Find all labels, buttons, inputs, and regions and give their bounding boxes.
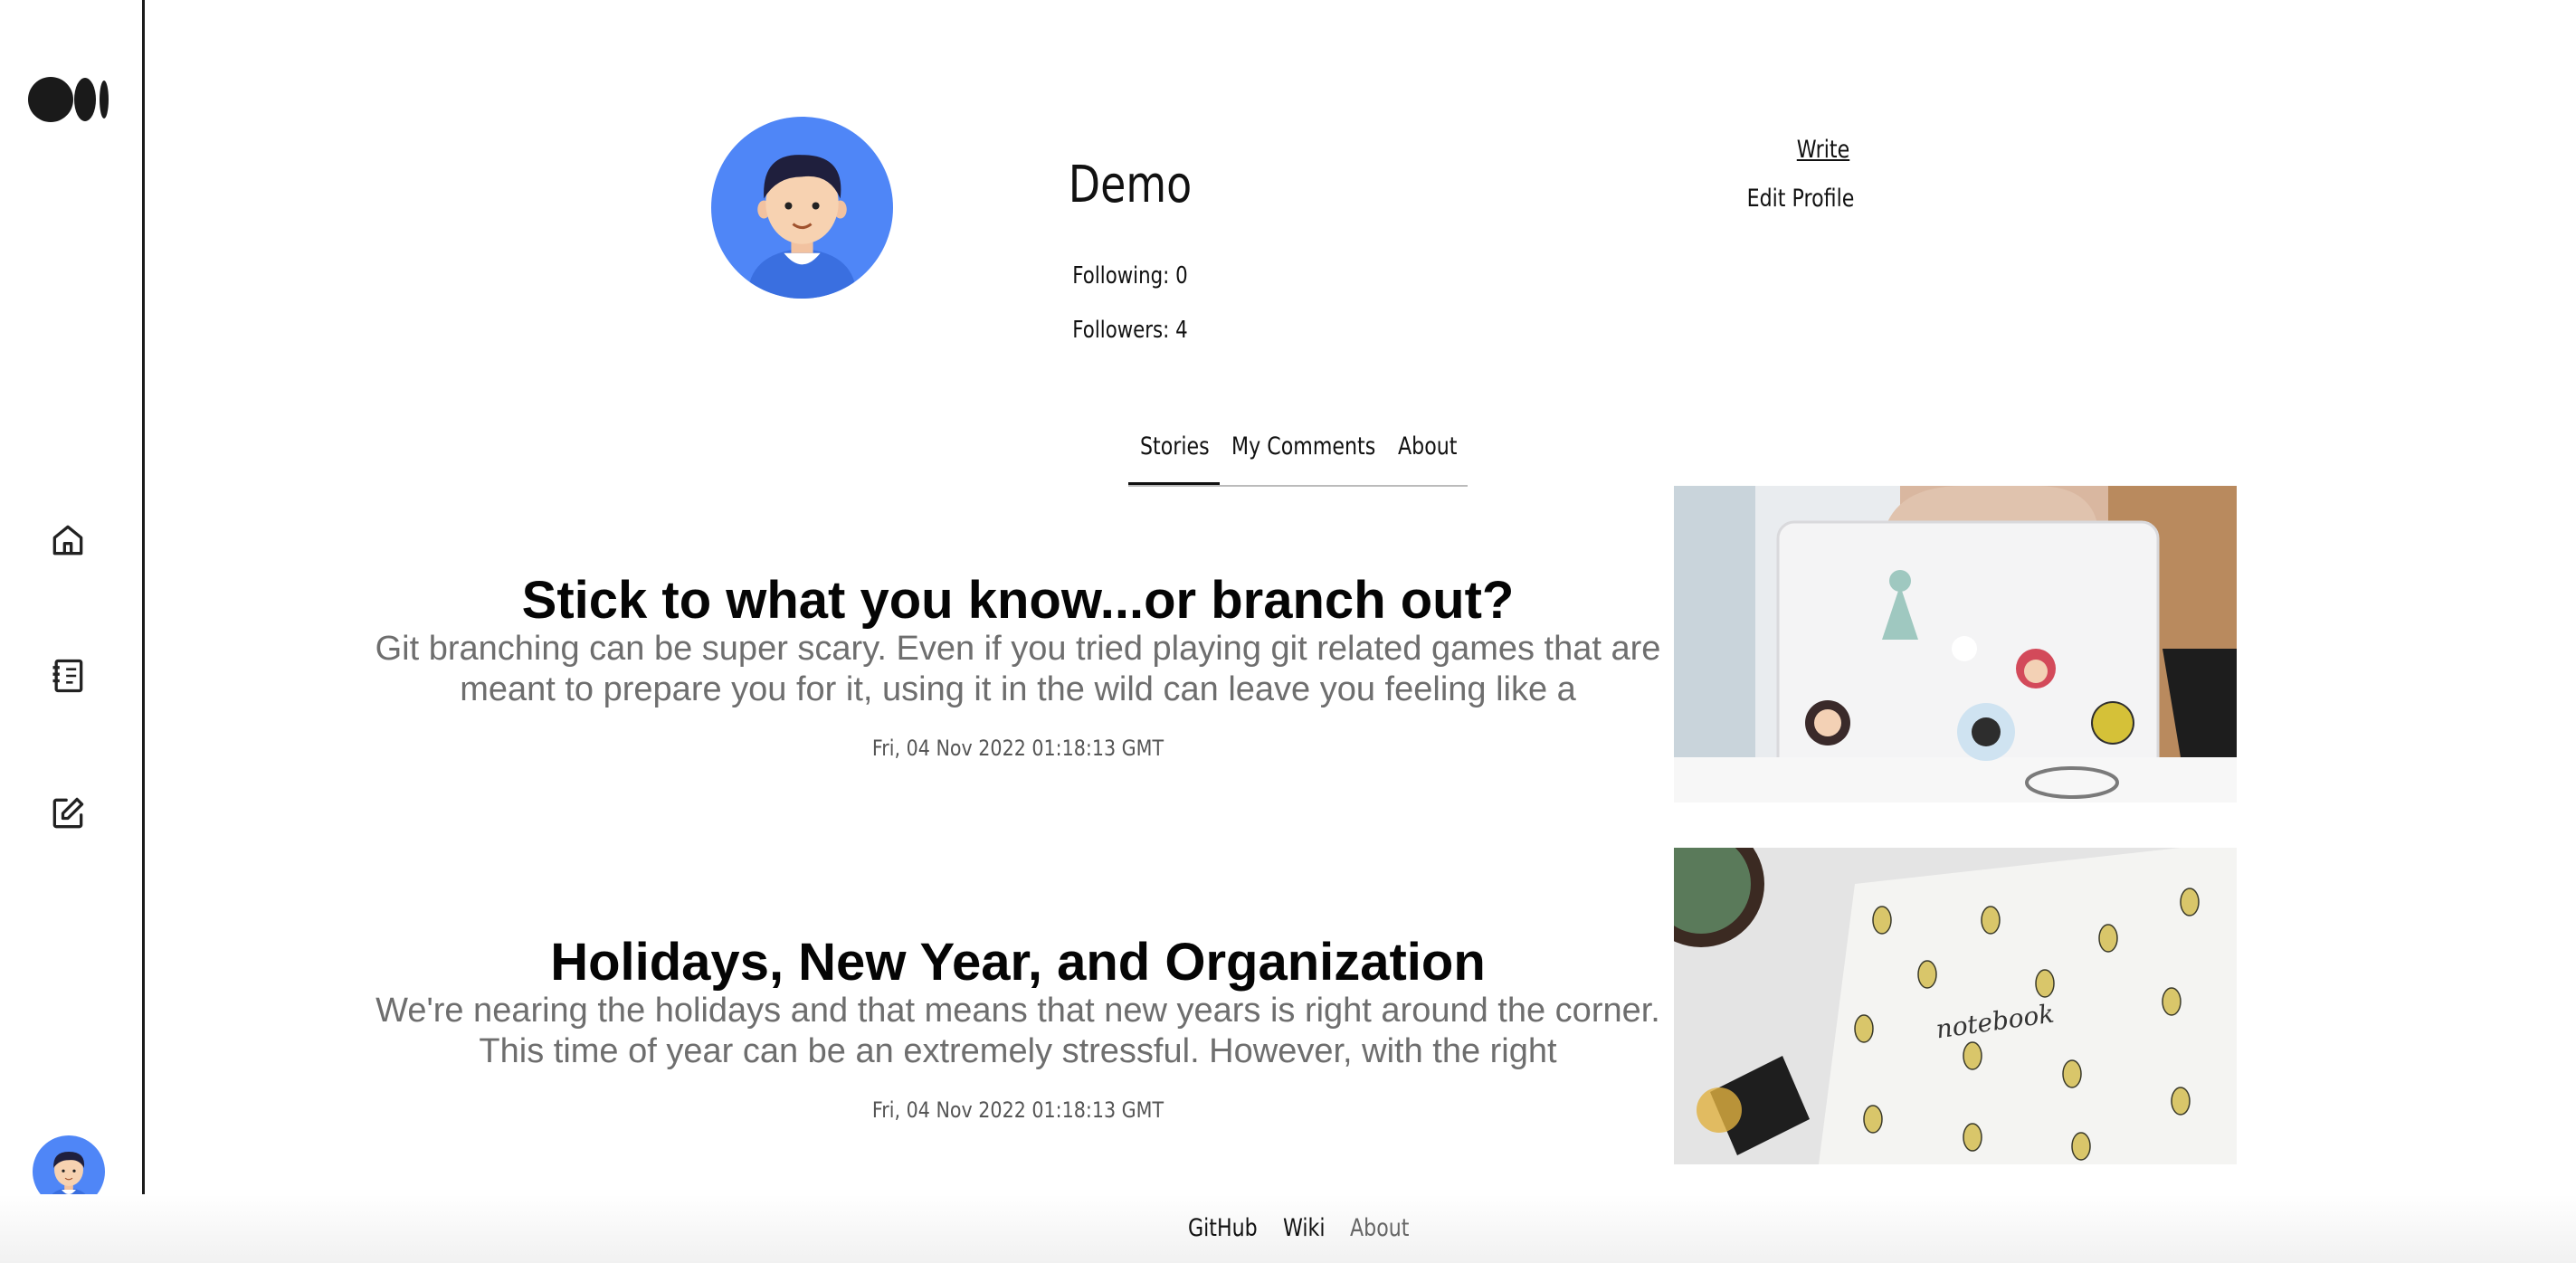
active-tab-indicator — [1128, 482, 1220, 485]
tab-about[interactable]: About — [1398, 432, 1457, 461]
tab-stories[interactable]: Stories — [1140, 432, 1210, 461]
profile-avatar — [711, 117, 893, 299]
story-date: Fri, 04 Nov 2022 01:18:13 GMT — [871, 736, 1164, 761]
story-image[interactable]: notebook — [1674, 848, 2237, 1164]
story-image[interactable] — [1674, 486, 2237, 802]
write-edit-icon[interactable] — [48, 793, 88, 833]
write-link[interactable]: Write — [1768, 136, 1879, 164]
stories-book-icon[interactable] — [48, 656, 88, 696]
sidebar — [0, 0, 145, 1263]
footer-wiki-link[interactable]: Wiki — [1283, 1214, 1326, 1242]
edit-profile-link[interactable]: Edit Profile — [1734, 185, 1868, 213]
footer-github-link[interactable]: GitHub — [1188, 1214, 1258, 1242]
following-count: Following: 0 — [1072, 262, 1188, 290]
footer-about-link[interactable]: About — [1350, 1214, 1409, 1242]
story-date: Fri, 04 Nov 2022 01:18:13 GMT — [871, 1097, 1164, 1123]
profile-name: Demo — [1068, 156, 1193, 214]
followers-count: Followers: 4 — [1072, 317, 1188, 344]
profile-tabs: Stories My Comments About — [1128, 432, 1468, 487]
home-icon[interactable] — [48, 520, 88, 560]
medium-logo-icon[interactable] — [27, 76, 110, 123]
story-title[interactable]: Holidays, New Year, and Organization — [362, 932, 1674, 992]
story-excerpt: Git branching can be super scary. Even i… — [375, 630, 1661, 708]
tab-my-comments[interactable]: My Comments — [1231, 432, 1375, 461]
story-title[interactable]: Stick to what you know...or branch out? — [362, 570, 1674, 631]
story-excerpt: We're nearing the holidays and that mean… — [375, 992, 1660, 1070]
